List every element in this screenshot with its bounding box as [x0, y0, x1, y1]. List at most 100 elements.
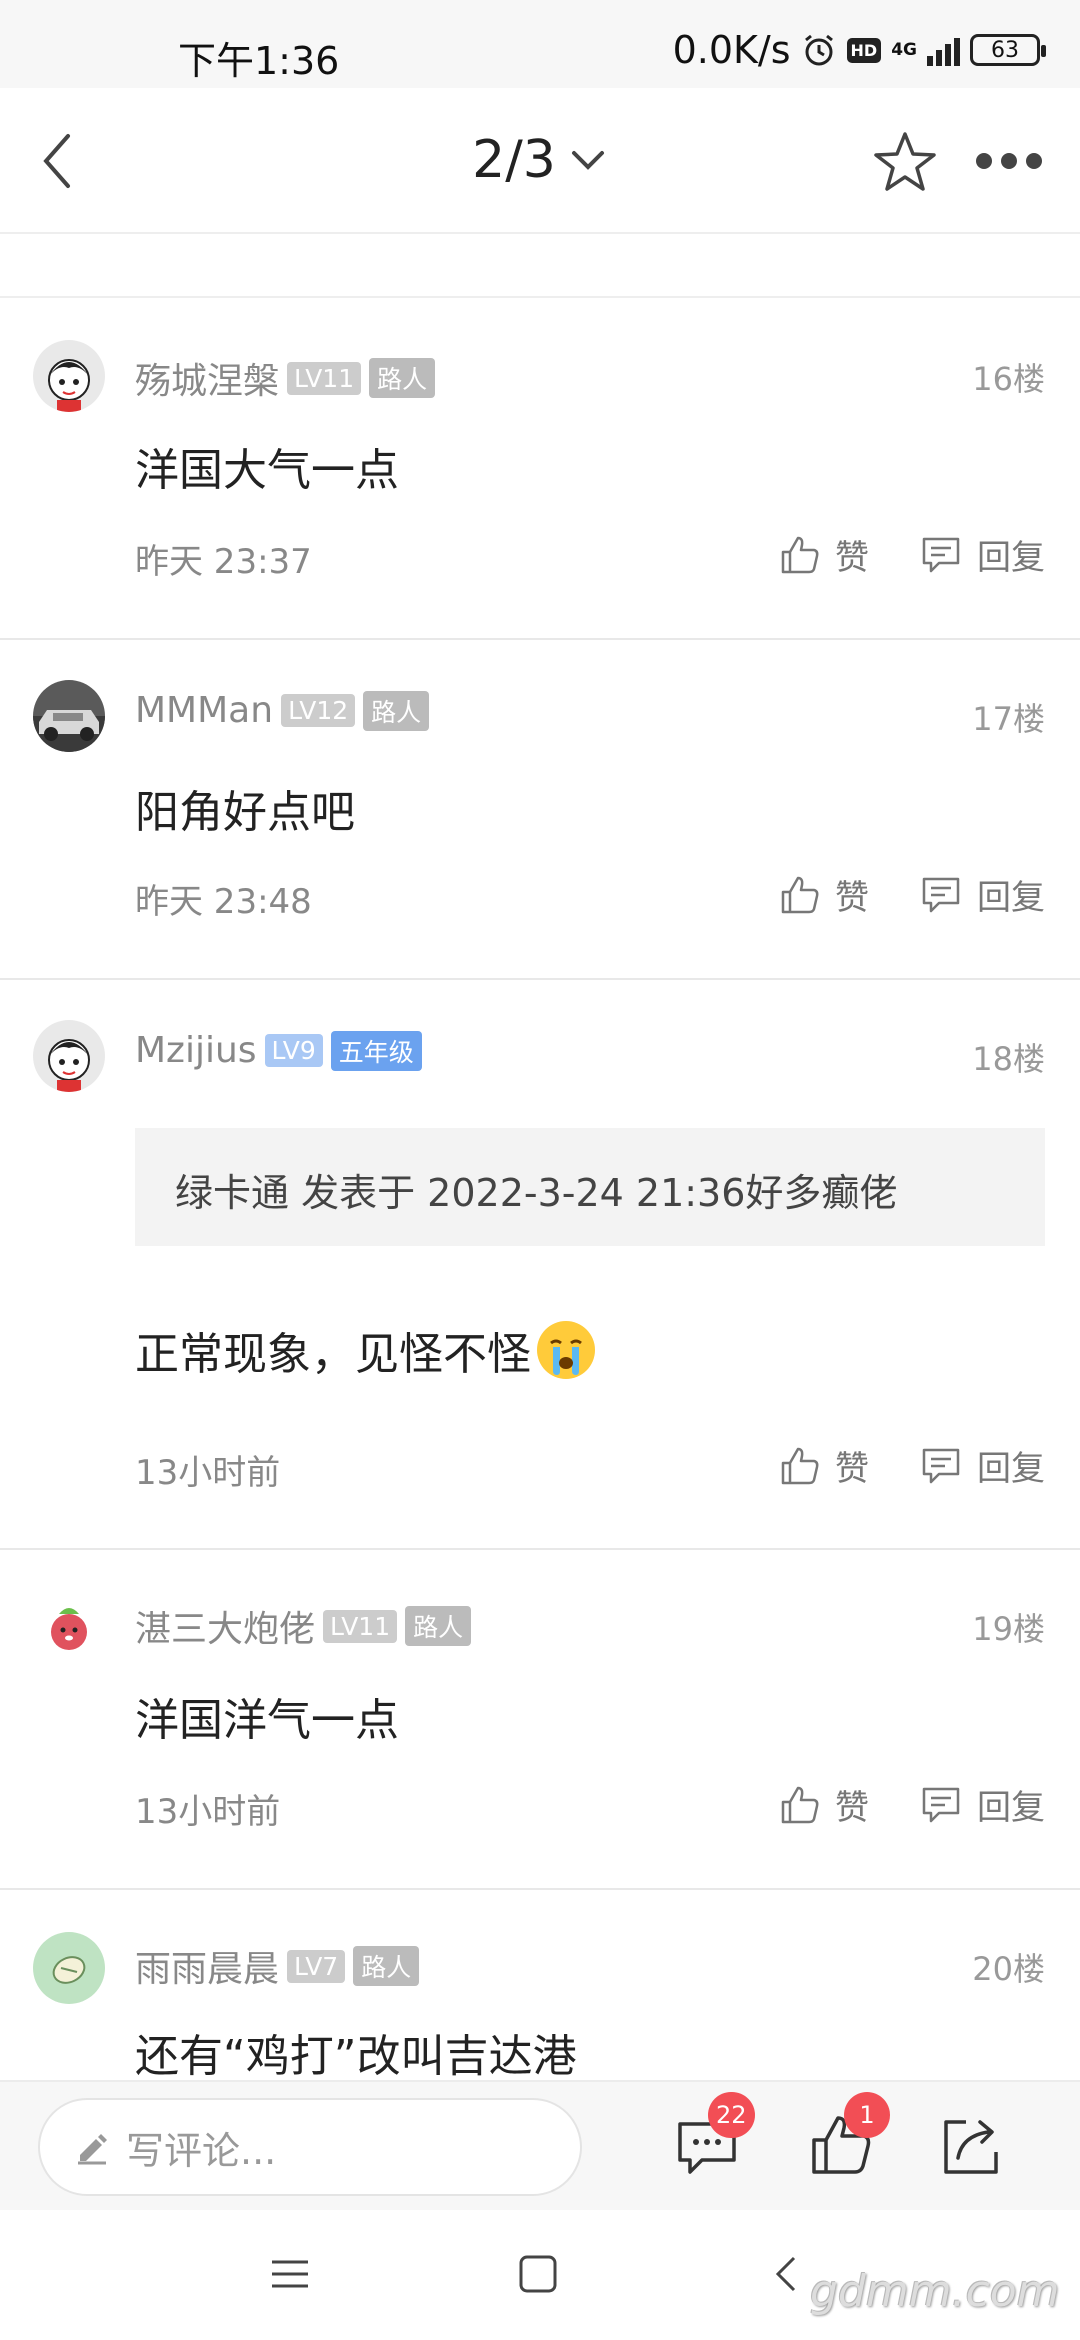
battery-icon: 63: [970, 34, 1046, 66]
quoted-post[interactable]: 绿卡通 发表于 2022-3-24 21:36好多癫佬: [135, 1128, 1045, 1246]
more-options-icon[interactable]: [976, 146, 1048, 176]
comment-text: 正常现象，见怪不怪: [135, 1329, 531, 1380]
like-button[interactable]: 赞: [779, 530, 869, 579]
comment-actions: 赞 回复: [779, 1780, 1045, 1829]
reply-bubble-icon: [922, 877, 960, 912]
signal-icon: [927, 34, 960, 66]
battery-level: 63: [991, 37, 1019, 63]
comment-time: 昨天 23:48: [135, 882, 312, 922]
avatar[interactable]: [33, 1590, 105, 1662]
page-indicator: 2/3: [472, 130, 556, 190]
title-badge: 路人: [369, 358, 436, 398]
title-badge: 路人: [363, 690, 430, 731]
comment-time: 13小时前: [135, 1792, 281, 1832]
reply-bubble-icon: [922, 1448, 960, 1483]
username[interactable]: MMMan: [135, 690, 273, 731]
like-label: 赞: [835, 1449, 869, 1489]
chevron-down-icon: [571, 151, 604, 170]
comment-text: 洋国洋气一点: [135, 1695, 399, 1746]
username[interactable]: 殇城涅槃: [135, 352, 279, 404]
reply-button[interactable]: 回复: [919, 530, 1045, 579]
level-badge: LV11: [287, 361, 362, 395]
comment-item: MMMan LV12 路人 17楼 阳角好点吧 昨天 23:48 赞 回复: [0, 640, 1080, 980]
floor-number: 18楼: [972, 1040, 1045, 1078]
comment-count-badge: 22: [708, 2092, 755, 2138]
avatar[interactable]: [33, 340, 105, 412]
comments-button[interactable]: 22: [672, 2092, 755, 2180]
comment-placeholder: 写评论...: [126, 2128, 277, 2173]
username-row: 雨雨晨晨 LV7 路人: [135, 1940, 420, 1992]
username[interactable]: 雨雨晨晨: [135, 1940, 279, 1992]
comment-input[interactable]: 写评论...: [38, 2098, 582, 2196]
back-nav-icon[interactable]: [764, 2252, 808, 2296]
comment-time: 昨天 23:37: [135, 542, 312, 582]
username-row: 湛三大炮佬 LV11 路人: [135, 1600, 472, 1652]
comment-item: 湛三大炮佬 LV11 路人 19楼 洋国洋气一点 13小时前 赞 回复: [0, 1550, 1080, 1890]
like-button[interactable]: 赞: [779, 870, 869, 919]
floor-number: 17楼: [972, 700, 1045, 738]
status-icons: 0.0K/s HD 4G 63: [672, 28, 1046, 72]
top-nav-bar: 2/3: [0, 88, 1080, 234]
thumbs-up-icon: [781, 536, 819, 573]
thumbs-up-icon: [781, 1447, 819, 1484]
like-button[interactable]: 赞: [779, 1780, 869, 1829]
menu-icon[interactable]: [268, 2252, 312, 2296]
username[interactable]: 湛三大炮佬: [135, 1600, 315, 1652]
favorite-star-icon[interactable]: [870, 128, 940, 198]
username-row: 殇城涅槃 LV11 路人: [135, 352, 436, 404]
like-button[interactable]: 赞: [779, 1441, 869, 1490]
comment-actions: 赞 回复: [779, 530, 1045, 579]
comment-actions: 赞 回复: [779, 1441, 1045, 1490]
watermark: gdmm.com: [810, 2266, 1060, 2317]
thumbs-up-icon: [781, 1786, 819, 1823]
avatar[interactable]: [33, 1932, 105, 2004]
network-speed: 0.0K/s: [672, 28, 791, 72]
hd-icon: HD: [846, 37, 882, 63]
reply-button[interactable]: 回复: [919, 1780, 1045, 1829]
status-time: 下午1:36: [178, 39, 340, 83]
floor-number: 16楼: [972, 360, 1045, 398]
title-badge: 五年级: [330, 1030, 422, 1071]
title-badge: 路人: [405, 1606, 472, 1646]
comment-text: 阳角好点吧: [135, 787, 355, 838]
alarm-icon: [804, 34, 833, 66]
comment-text: 还有“鸡打”改叫吉达港: [135, 2031, 577, 2080]
reply-label: 回复: [977, 878, 1045, 918]
level-badge: LV9: [264, 1034, 323, 1067]
like-count-badge: 1: [844, 2092, 890, 2138]
like-label: 赞: [835, 538, 869, 578]
home-square-icon[interactable]: [516, 2252, 560, 2296]
share-button[interactable]: [936, 2110, 1006, 2180]
reply-label: 回复: [977, 1788, 1045, 1828]
title-badge: 路人: [353, 1946, 420, 1986]
reply-button[interactable]: 回复: [919, 870, 1045, 919]
status-bar: 下午1:36 0.0K/s HD 4G 63: [0, 0, 1080, 88]
username[interactable]: Mzijius: [135, 1030, 257, 1071]
bottom-action-bar: 写评论... 22 1: [0, 2080, 1080, 2210]
system-nav-bar: gdmm.com: [0, 2210, 1080, 2340]
comment-text: 洋国大气一点: [135, 445, 399, 496]
floor-number: 19楼: [972, 1610, 1045, 1648]
reply-bubble-icon: [922, 537, 960, 572]
level-badge: LV11: [323, 1609, 398, 1643]
reply-label: 回复: [977, 538, 1045, 578]
username-row: Mzijius LV9 五年级: [135, 1030, 422, 1071]
reply-label: 回复: [977, 1449, 1045, 1489]
like-post-button[interactable]: 1: [806, 2092, 890, 2180]
pencil-icon: [78, 2134, 107, 2165]
share-icon: [944, 2120, 998, 2174]
level-badge: LV12: [281, 694, 356, 727]
section-divider: [0, 236, 1080, 298]
reply-button[interactable]: 回复: [919, 1441, 1045, 1490]
comment-item: 雨雨晨晨 LV7 路人 20楼 还有“鸡打”改叫吉达港: [0, 1890, 1080, 2080]
comment-item: Mzijius LV9 五年级 18楼 绿卡通 发表于 2022-3-24 21…: [0, 980, 1080, 1550]
floor-number: 20楼: [972, 1950, 1045, 1988]
username-row: MMMan LV12 路人: [135, 690, 430, 731]
like-label: 赞: [835, 1788, 869, 1828]
like-label: 赞: [835, 878, 869, 918]
avatar[interactable]: [33, 680, 105, 752]
avatar[interactable]: [33, 1020, 105, 1092]
comment-time: 13小时前: [135, 1453, 281, 1493]
comment-text-row: 正常现象，见怪不怪: [135, 1318, 597, 1382]
thumbs-up-icon: [781, 876, 819, 913]
